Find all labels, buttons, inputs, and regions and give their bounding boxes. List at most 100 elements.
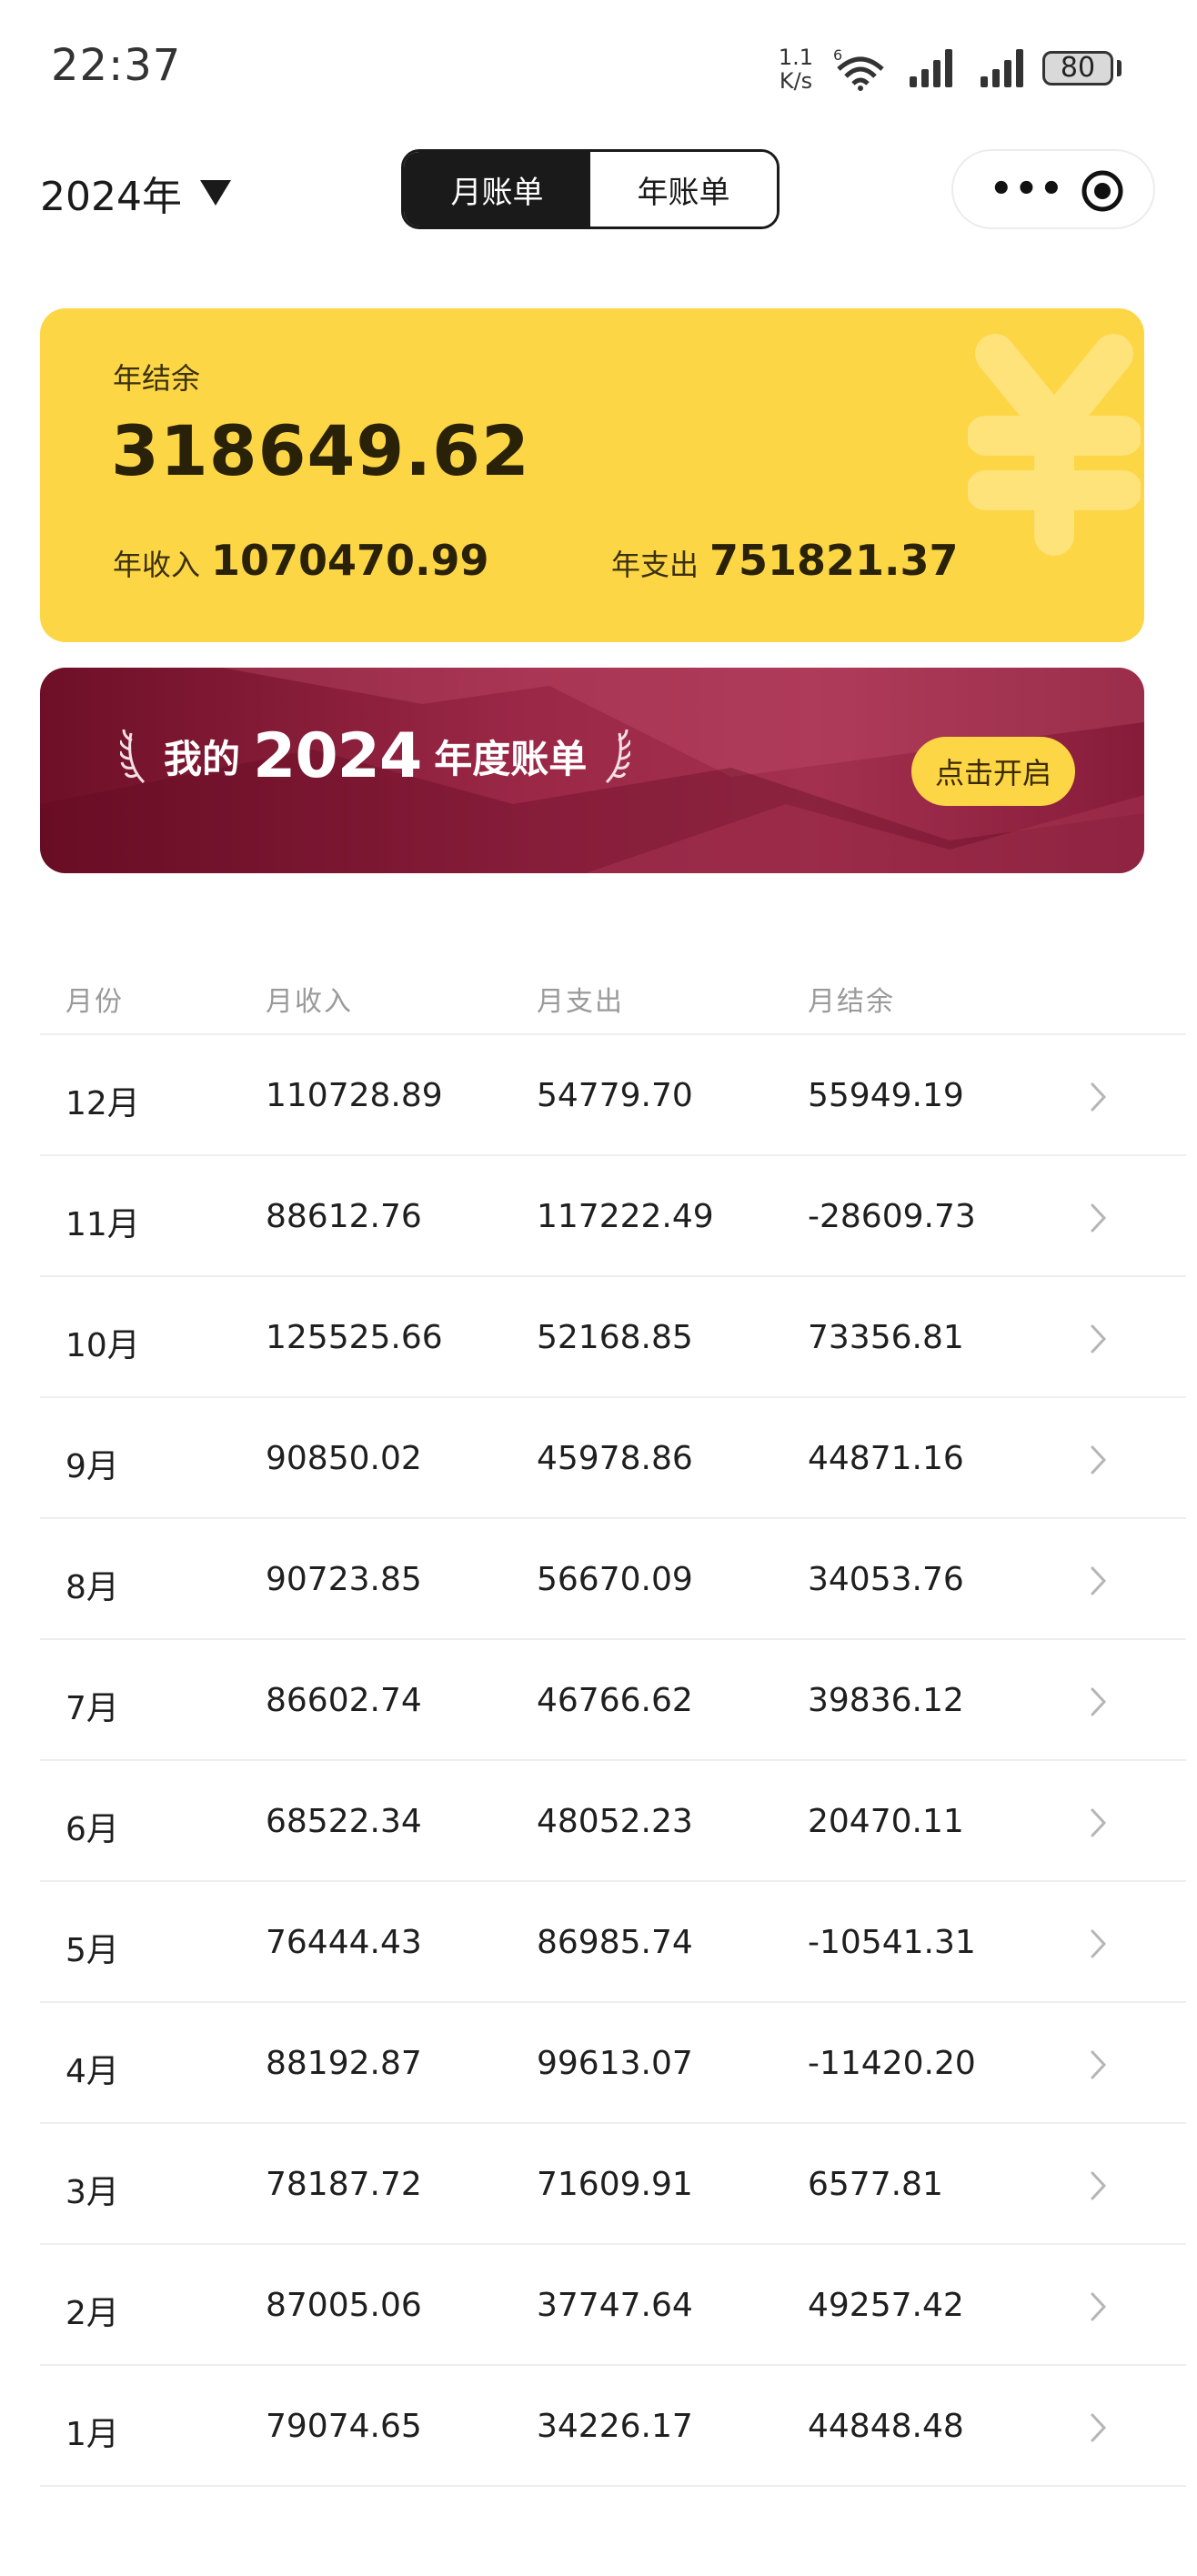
dropdown-triangle-icon xyxy=(199,180,231,206)
chevron-right-icon[interactable] xyxy=(1088,1565,1110,1597)
monthly-bill-table: 月份 月收入 月支出 月结余 12月 110728.89 54779.70 55949… xyxy=(40,961,1186,2487)
balance-cell: 44848.48 xyxy=(808,2408,964,2445)
table-row[interactable]: 11月 88612.76 117222.49 -28609.73 xyxy=(40,1156,1186,1277)
expense-cell: 54779.70 xyxy=(537,1077,693,1114)
expense-cell: 71609.91 xyxy=(537,2166,693,2203)
month-cell: 6月 xyxy=(65,1811,119,1848)
year-selector[interactable]: 2024年 xyxy=(40,164,231,222)
battery-tip xyxy=(1117,60,1122,76)
chevron-right-icon[interactable] xyxy=(1088,2290,1110,2323)
header-expense: 月支出 xyxy=(537,986,624,1018)
chevron-right-icon[interactable] xyxy=(1088,1323,1110,1355)
annual-report-banner[interactable]: 我的 2024 年度账单 点击开启 xyxy=(40,668,1144,873)
tab-yearly-bill[interactable]: 年账单 xyxy=(590,152,777,226)
table-row[interactable]: 3月 78187.72 71609.91 6577.81 xyxy=(40,2124,1186,2245)
income-cell: 88612.76 xyxy=(266,1198,422,1235)
chevron-right-icon[interactable] xyxy=(1088,1081,1110,1113)
banner-title-prefix: 我的 xyxy=(164,737,241,781)
year-label: 2024年 xyxy=(40,174,182,220)
balance-cell: 44871.16 xyxy=(808,1440,964,1477)
banner-title-year: 2024 xyxy=(253,720,422,792)
expense-cell: 52168.85 xyxy=(537,1319,693,1356)
table-row[interactable]: 10月 125525.66 52168.85 73356.81 xyxy=(40,1277,1186,1398)
chevron-right-icon[interactable] xyxy=(1088,1444,1110,1476)
network-speed-value: 1.1 xyxy=(778,45,814,70)
month-cell: 8月 xyxy=(65,1569,119,1606)
table-row[interactable]: 4月 88192.87 99613.07 -11420.20 xyxy=(40,2003,1186,2124)
balance-cell: 20470.11 xyxy=(808,1803,964,1840)
income-cell: 87005.06 xyxy=(266,2287,422,2324)
income-cell: 78187.72 xyxy=(266,2166,422,2203)
chevron-right-icon[interactable] xyxy=(1088,1202,1110,1234)
expense-cell: 99613.07 xyxy=(537,2045,693,2082)
table-row[interactable]: 2月 87005.06 37747.64 49257.42 xyxy=(40,2245,1186,2366)
annual-income: 年收入 1070470.99 xyxy=(113,536,489,585)
annual-expense-label: 年支出 xyxy=(611,548,699,582)
income-cell: 86602.74 xyxy=(266,1682,422,1719)
expense-cell: 48052.23 xyxy=(537,1803,693,1840)
annual-expense: 年支出 751821.37 xyxy=(611,536,959,585)
month-cell: 10月 xyxy=(65,1327,140,1364)
chevron-right-icon[interactable] xyxy=(1088,2048,1110,2081)
balance-cell: 55949.19 xyxy=(808,1077,964,1114)
chevron-right-icon[interactable] xyxy=(1088,1685,1110,1718)
annual-expense-value: 751821.37 xyxy=(709,536,959,585)
month-cell: 12月 xyxy=(65,1085,140,1122)
yen-icon xyxy=(968,334,1141,556)
chevron-right-icon[interactable] xyxy=(1088,1927,1110,1960)
status-time: 22:37 xyxy=(51,40,182,91)
table-body: 12月 110728.89 54779.70 55949.19 11月 88612.76 1… xyxy=(40,1035,1186,2487)
battery-indicator: 80 xyxy=(1042,51,1113,86)
balance-cell: -11420.20 xyxy=(808,2045,976,2082)
chevron-right-icon[interactable] xyxy=(1088,2411,1110,2444)
table-row[interactable]: 7月 86602.74 46766.62 39836.12 xyxy=(40,1640,1186,1761)
network-speed-unit: K/s xyxy=(779,68,813,94)
balance-cell: -10541.31 xyxy=(808,1924,976,1961)
income-cell: 110728.89 xyxy=(266,1077,443,1114)
wifi-6-icon: 6 xyxy=(833,46,884,91)
expense-cell: 37747.64 xyxy=(537,2287,693,2324)
annual-balance-value: 318649.62 xyxy=(111,410,530,491)
balance-cell: -28609.73 xyxy=(808,1198,976,1235)
annual-income-label: 年收入 xyxy=(113,548,201,582)
balance-cell: 73356.81 xyxy=(808,1319,964,1356)
month-cell: 1月 xyxy=(65,2416,119,2453)
bill-tabs: 月账单 年账单 xyxy=(401,149,780,229)
table-row[interactable]: 5月 76444.43 86985.74 -10541.31 xyxy=(40,1882,1186,2003)
laurel-left-icon xyxy=(120,729,146,783)
table-row[interactable]: 12月 110728.89 54779.70 55949.19 xyxy=(40,1035,1186,1156)
income-cell: 88192.87 xyxy=(266,2045,422,2082)
balance-cell: 34053.76 xyxy=(808,1561,964,1598)
balance-cell: 49257.42 xyxy=(808,2287,964,2324)
open-report-button[interactable]: 点击开启 xyxy=(911,737,1075,806)
income-cell: 68522.34 xyxy=(266,1803,422,1840)
income-cell: 90723.85 xyxy=(266,1561,422,1598)
expense-cell: 117222.49 xyxy=(537,1198,714,1235)
income-cell: 79074.65 xyxy=(266,2408,422,2445)
chevron-right-icon[interactable] xyxy=(1088,2169,1110,2202)
network-speed: 1.1 K/s xyxy=(773,45,819,93)
expense-cell: 86985.74 xyxy=(537,1924,693,1961)
more-icon[interactable]: ••• xyxy=(990,171,1065,207)
chevron-right-icon[interactable] xyxy=(1088,1806,1110,1839)
table-row[interactable]: 6月 68522.34 48052.23 20470.11 xyxy=(40,1761,1186,1882)
table-row[interactable]: 8月 90723.85 56670.09 34053.76 xyxy=(40,1519,1186,1640)
annual-income-value: 1070470.99 xyxy=(211,536,489,585)
income-cell: 76444.43 xyxy=(266,1924,422,1961)
month-cell: 11月 xyxy=(65,1206,140,1243)
tab-monthly-bill[interactable]: 月账单 xyxy=(404,152,590,226)
month-cell: 9月 xyxy=(65,1448,119,1485)
banner-title-suffix: 年度账单 xyxy=(434,737,588,781)
signal-icon xyxy=(910,49,952,87)
target-icon[interactable] xyxy=(1079,167,1126,215)
table-row[interactable]: 1月 79074.65 34226.17 44848.48 xyxy=(40,2366,1186,2487)
expense-cell: 34226.17 xyxy=(537,2408,693,2445)
income-cell: 90850.02 xyxy=(266,1440,422,1477)
header-income: 月收入 xyxy=(266,986,353,1018)
header-balance: 月结余 xyxy=(808,986,895,1018)
table-row[interactable]: 9月 90850.02 45978.86 44871.16 xyxy=(40,1398,1186,1519)
month-cell: 3月 xyxy=(65,2174,119,2211)
banner-title: 我的 2024 年度账单 xyxy=(120,720,631,792)
annual-summary-card: 年结余 318649.62 年收入 1070470.99 年支出 751821.… xyxy=(40,308,1144,642)
header-month: 月份 xyxy=(65,986,124,1018)
